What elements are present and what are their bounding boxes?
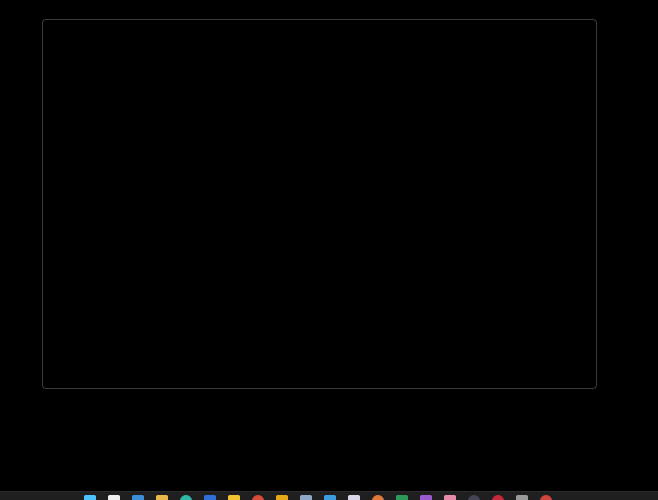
app-lightblue-icon[interactable] <box>324 495 336 500</box>
folder-icon[interactable] <box>156 495 168 500</box>
app-orange-icon[interactable] <box>372 495 384 500</box>
mail-icon[interactable] <box>132 495 144 500</box>
app-dark-icon[interactable] <box>468 495 480 500</box>
app-yellow-icon[interactable] <box>276 495 288 500</box>
app-pink-icon[interactable] <box>444 495 456 500</box>
app-purple-icon[interactable] <box>420 495 432 500</box>
taskbar <box>0 491 658 500</box>
app-window[interactable] <box>42 19 597 389</box>
spreadsheet-icon[interactable] <box>396 495 408 500</box>
app-redround-icon[interactable] <box>540 495 552 500</box>
desktop <box>0 0 658 500</box>
app-red-icon[interactable] <box>492 495 504 500</box>
document-icon[interactable] <box>300 495 312 500</box>
settings-gear-icon[interactable] <box>516 495 528 500</box>
start-icon[interactable] <box>84 495 96 500</box>
drive-icon[interactable] <box>228 495 240 500</box>
edge-browser-icon[interactable] <box>180 495 192 500</box>
file-icon[interactable] <box>108 495 120 500</box>
taskbar-icons <box>84 495 552 500</box>
app-blue-icon[interactable] <box>204 495 216 500</box>
chrome-icon[interactable] <box>252 495 264 500</box>
notepad-icon[interactable] <box>348 495 360 500</box>
